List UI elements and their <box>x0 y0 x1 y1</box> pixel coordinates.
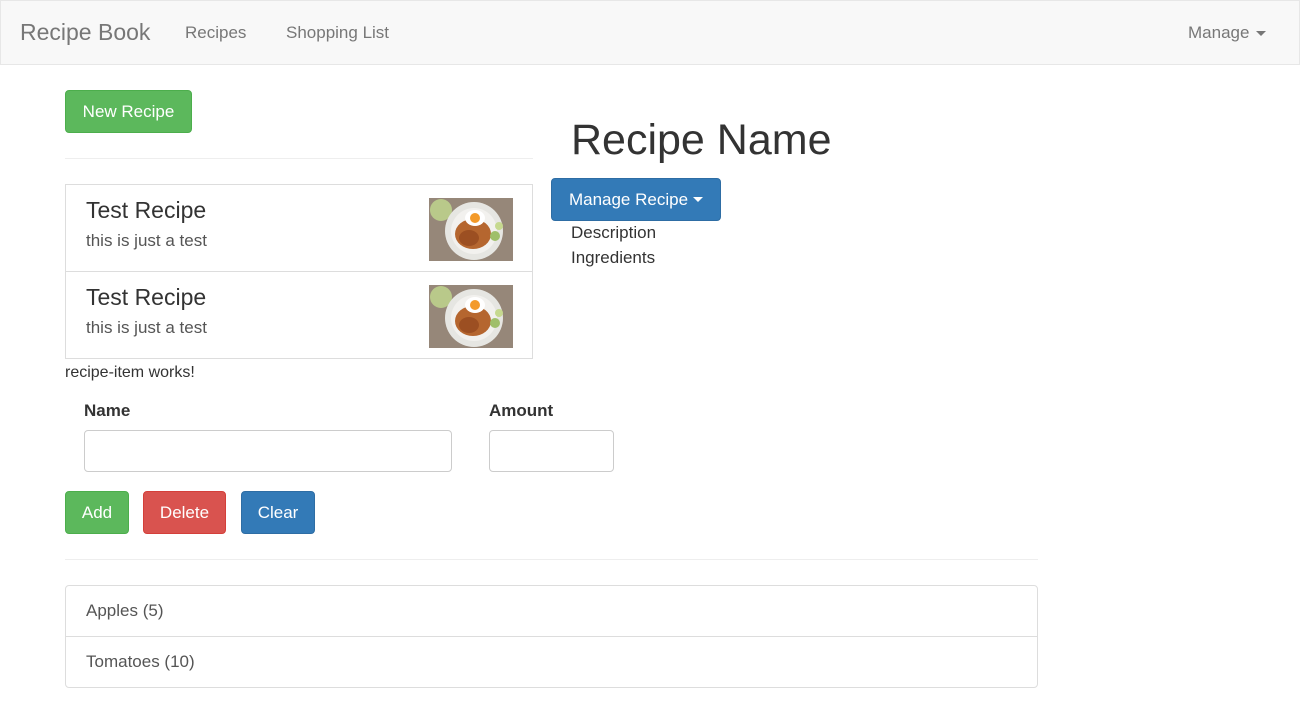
recipe-description-label: Description <box>571 223 657 242</box>
add-button[interactable]: Add <box>65 491 129 534</box>
shopping-list-item[interactable]: Apples (5) <box>65 585 1038 637</box>
recipe-list-item[interactable]: Test Recipe this is just a test <box>65 184 533 272</box>
nav-link-shopping-list[interactable]: Shopping List <box>286 23 389 43</box>
recipe-ingredients-label: Ingredients <box>571 248 656 267</box>
manage-recipe-button[interactable]: Manage Recipe <box>551 178 721 221</box>
recipe-list: Test Recipe this is just a test Test Rec… <box>65 184 533 359</box>
top-navbar: Recipe Book Recipes Shopping List Manage <box>0 0 1300 65</box>
manage-recipe-label: Manage Recipe <box>568 189 689 209</box>
manage-dropdown-label: Manage <box>1188 23 1250 42</box>
nav-link-recipes[interactable]: Recipes <box>185 23 246 43</box>
delete-button[interactable]: Delete <box>143 491 226 534</box>
recipe-description: this is just a test <box>86 231 207 250</box>
recipe-title: Test Recipe <box>86 284 207 310</box>
brand-link[interactable]: Recipe Book <box>20 19 150 46</box>
recipe-detail-title: Recipe Name <box>571 116 832 164</box>
manage-dropdown[interactable]: Manage <box>1188 23 1267 43</box>
divider <box>65 158 533 159</box>
name-label: Name <box>84 401 131 420</box>
shopping-list: Apples (5) Tomatoes (10) <box>65 585 1038 688</box>
recipe-thumbnail-image <box>429 198 513 261</box>
shopping-list-item[interactable]: Tomatoes (10) <box>65 636 1038 688</box>
chevron-down-icon <box>1256 31 1267 37</box>
amount-input[interactable] <box>489 430 614 472</box>
recipe-item-works-text: recipe-item works! <box>65 364 195 381</box>
recipe-list-item[interactable]: Test Recipe this is just a test <box>65 271 533 359</box>
name-input[interactable] <box>84 430 452 472</box>
divider <box>65 559 1038 560</box>
chevron-down-icon <box>693 197 704 202</box>
amount-label: Amount <box>489 401 554 420</box>
recipe-description: this is just a test <box>86 318 207 337</box>
recipe-title: Test Recipe <box>86 197 207 223</box>
clear-button[interactable]: Clear <box>241 491 315 534</box>
recipe-thumbnail-image <box>429 285 513 348</box>
new-recipe-button[interactable]: New Recipe <box>65 90 192 133</box>
